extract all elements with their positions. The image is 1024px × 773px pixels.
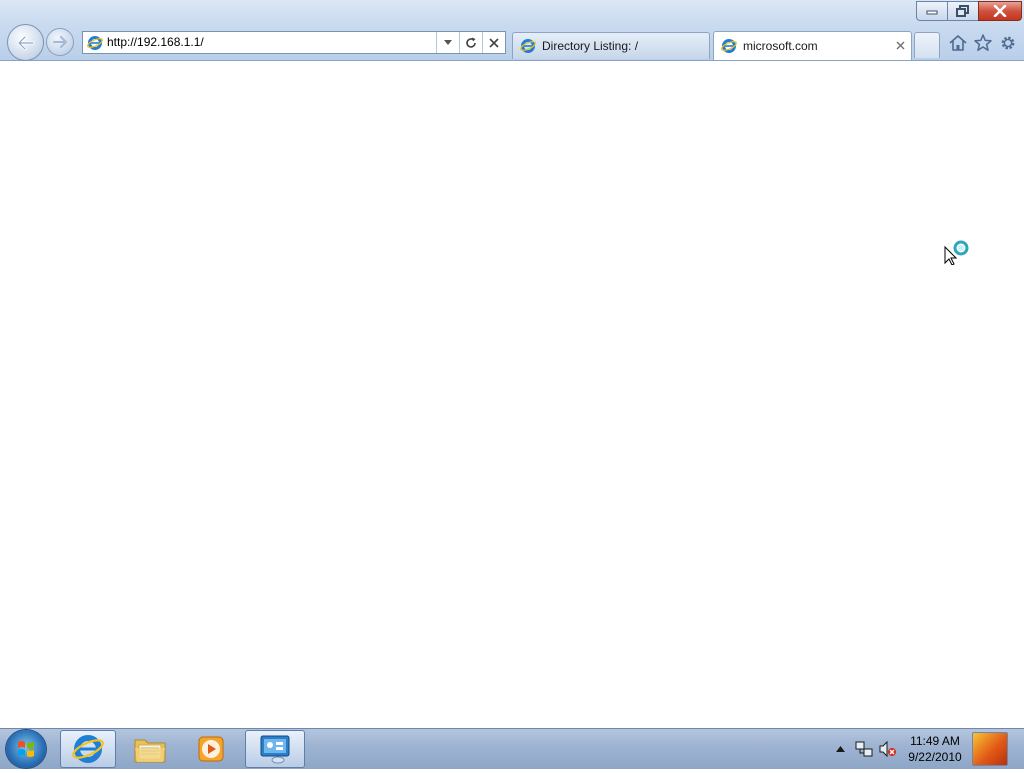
- taskbar-windows-explorer[interactable]: [122, 730, 178, 768]
- close-icon: [896, 41, 905, 50]
- volume-muted-icon: [879, 740, 896, 758]
- stop-button[interactable]: [482, 32, 505, 53]
- windows-logo-icon: [18, 741, 34, 757]
- new-tab-button[interactable]: [914, 32, 940, 58]
- close-icon: [993, 5, 1007, 17]
- home-icon: [949, 35, 967, 51]
- refresh-icon: [466, 37, 476, 48]
- chevron-down-icon: [444, 40, 452, 45]
- clock-time: 11:49 AM: [910, 734, 960, 748]
- restore-icon: [956, 5, 969, 17]
- taskbar-remote-desktop[interactable]: [245, 730, 305, 768]
- window-controls: [916, 1, 1022, 21]
- ie-page-icon: [520, 39, 536, 53]
- stop-icon: [489, 37, 499, 48]
- system-clock[interactable]: 11:49 AM 9/22/2010: [902, 733, 968, 765]
- start-button[interactable]: [6, 730, 46, 768]
- ie-page-icon: [87, 35, 103, 50]
- volume-button[interactable]: [876, 737, 900, 761]
- close-button[interactable]: [978, 1, 1022, 21]
- tab-label: microsoft.com: [743, 39, 818, 53]
- favorites-button[interactable]: [973, 33, 993, 53]
- back-button[interactable]: [7, 24, 44, 61]
- forward-button[interactable]: [46, 28, 74, 56]
- page-content[interactable]: [0, 61, 1024, 728]
- tools-button[interactable]: [998, 33, 1018, 53]
- taskbar-internet-explorer[interactable]: [60, 730, 116, 768]
- back-arrow-icon: [17, 35, 34, 50]
- tab-directory-listing[interactable]: Directory Listing: /: [512, 32, 710, 59]
- address-dropdown-button[interactable]: [436, 32, 459, 53]
- show-hidden-icons-button[interactable]: [828, 737, 852, 761]
- gear-icon: [1001, 36, 1015, 50]
- clock-date: 9/22/2010: [908, 750, 962, 764]
- taskbar: 11:49 AM 9/22/2010: [0, 728, 1024, 769]
- network-status-button[interactable]: [852, 737, 876, 761]
- url-text[interactable]: http://192.168.1.1/: [107, 32, 436, 53]
- notification-area: [828, 729, 900, 769]
- remote-desktop-icon: [260, 735, 290, 764]
- minimize-icon: [926, 10, 938, 15]
- browser-chrome: http://192.168.1.1/ Directory Listing: /: [0, 0, 1024, 61]
- close-tab-button[interactable]: [896, 39, 905, 53]
- refresh-button[interactable]: [459, 32, 482, 53]
- show-desktop-button[interactable]: [972, 732, 1008, 766]
- busy-pointer-icon: [944, 240, 969, 265]
- taskbar-windows-media-player[interactable]: [183, 730, 239, 768]
- restore-button[interactable]: [947, 1, 979, 21]
- forward-arrow-icon: [53, 36, 67, 48]
- media-player-icon: [198, 736, 224, 762]
- home-button[interactable]: [948, 33, 968, 53]
- internet-explorer-icon: [72, 735, 104, 763]
- ie-page-icon: [721, 39, 737, 53]
- star-icon: [974, 34, 992, 51]
- chevron-up-icon: [835, 746, 845, 752]
- network-icon: [855, 741, 873, 757]
- address-bar[interactable]: http://192.168.1.1/: [82, 31, 506, 54]
- folder-icon: [134, 739, 166, 763]
- tab-microsoft[interactable]: microsoft.com: [713, 31, 912, 60]
- tab-label: Directory Listing: /: [542, 39, 639, 53]
- minimize-button[interactable]: [916, 1, 948, 21]
